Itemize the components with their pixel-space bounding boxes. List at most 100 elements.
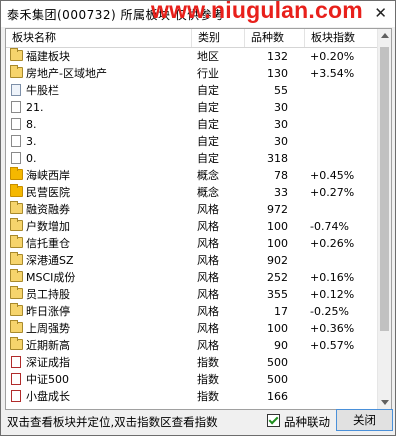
document-icon: [11, 135, 21, 147]
sector-index-change: [310, 388, 370, 405]
table-row[interactable]: 21. 自定 30: [6, 99, 378, 116]
table-row[interactable]: 3. 自定 30: [6, 133, 378, 150]
sector-name-cell: 昨日涨停: [10, 303, 190, 320]
stock-count: 78: [274, 169, 288, 182]
sector-name-cell: 民营医院: [10, 184, 190, 201]
vertical-scrollbar[interactable]: [377, 29, 391, 409]
table-row[interactable]: 户数增加 风格 100 -0.74%: [6, 218, 378, 235]
table-row[interactable]: 福建板块 地区 132 +0.20%: [6, 48, 378, 65]
column-header-name[interactable]: 板块名称: [6, 29, 192, 47]
sector-type: 地区: [197, 50, 219, 63]
table-row[interactable]: 近期新高 风格 90 +0.57%: [6, 337, 378, 354]
table-row[interactable]: 融资融券 风格 972: [6, 201, 378, 218]
sync-checkbox[interactable]: [267, 414, 280, 427]
sector-name: 户数增加: [26, 220, 70, 233]
sector-name: 3.: [26, 135, 37, 148]
table-row[interactable]: MSCI成份 风格 252 +0.16%: [6, 269, 378, 286]
stock-count: 90: [274, 339, 288, 352]
table-row[interactable]: 中证500 指数 500: [6, 371, 378, 388]
document-icon: [11, 118, 21, 130]
table-row[interactable]: 房地产-区域地产 行业 130 +3.54%: [6, 65, 378, 82]
sector-dialog: 泰禾集团(000732) 所属板块 仅供参考 www.niugulan.com …: [0, 0, 396, 436]
watermark-logo: www.niugulan.com: [151, 0, 363, 23]
sector-name-cell: 中证500: [10, 371, 190, 388]
sector-index-change: -0.74%: [310, 220, 349, 233]
sector-index-change: [310, 99, 370, 116]
sector-name: 深证成指: [26, 356, 70, 369]
table-row[interactable]: 民营医院 概念 33 +0.27%: [6, 184, 378, 201]
sector-name: 中证500: [26, 373, 69, 386]
sector-index-change: +0.26%: [310, 237, 355, 250]
sector-name-cell: 员工持股: [10, 286, 190, 303]
sector-type: 概念: [197, 186, 219, 199]
scroll-up-icon[interactable]: [381, 33, 389, 38]
sector-index-change: [310, 201, 370, 218]
sector-type: 风格: [197, 237, 219, 250]
table-row[interactable]: 信托重仓 风格 100 +0.26%: [6, 235, 378, 252]
sector-name: 房地产-区域地产: [26, 67, 107, 80]
table-row[interactable]: 员工持股 风格 355 +0.12%: [6, 286, 378, 303]
sector-name: 员工持股: [26, 288, 70, 301]
sector-name-cell: 海峡西岸: [10, 167, 190, 184]
sector-name-cell: 21.: [10, 99, 190, 116]
sector-type: 自定: [197, 84, 219, 97]
stock-count: 17: [274, 305, 288, 318]
sync-checkbox-label[interactable]: 品种联动: [284, 414, 330, 430]
title-bar: 泰禾集团(000732) 所属板块 仅供参考 www.niugulan.com …: [1, 0, 395, 27]
stock-count: 902: [267, 254, 288, 267]
folder-icon: [10, 286, 23, 299]
sector-name-cell: 房地产-区域地产: [10, 65, 190, 82]
stock-count: 355: [267, 288, 288, 301]
sector-type: 行业: [197, 67, 219, 80]
folder-icon: [10, 252, 23, 265]
stock-count: 166: [267, 390, 288, 403]
sector-type: 风格: [197, 288, 219, 301]
table-row[interactable]: 8. 自定 30: [6, 116, 378, 133]
table-row[interactable]: 小盘成长 指数 166: [6, 388, 378, 405]
folder-icon: [10, 337, 23, 350]
sector-index-change: [310, 133, 370, 150]
status-hint: 双击查看板块并定位,双击指数区查看指数: [7, 415, 218, 429]
document-icon: [11, 101, 21, 113]
stock-count: 252: [267, 271, 288, 284]
sector-list[interactable]: 板块名称 类别 品种数 板块指数 福建板块 地区 132 +0.20% 房地产-区域地产…: [5, 28, 392, 410]
sector-index-change: +3.54%: [310, 67, 355, 80]
sector-name-cell: 0.: [10, 150, 190, 167]
sector-name-cell: 牛股栏: [10, 82, 190, 99]
sector-name-cell: 上周强势: [10, 320, 190, 337]
index-document-icon: [11, 390, 21, 402]
folder-icon: [10, 235, 23, 248]
sector-index-change: [310, 116, 370, 133]
sector-type: 自定: [197, 135, 219, 148]
sector-name: 小盘成长: [26, 390, 70, 403]
table-row[interactable]: 深港通SZ 风格 902: [6, 252, 378, 269]
column-header-count[interactable]: 品种数: [245, 29, 305, 47]
sector-type: 自定: [197, 152, 219, 165]
column-header-type[interactable]: 类别: [192, 29, 245, 47]
close-icon[interactable]: ✕: [374, 4, 387, 22]
table-row[interactable]: 海峡西岸 概念 78 +0.45%: [6, 167, 378, 184]
folder-icon: [10, 184, 23, 197]
sector-index-change: [310, 150, 370, 167]
sector-index-change: +0.27%: [310, 186, 355, 199]
sector-type: 风格: [197, 254, 219, 267]
table-row[interactable]: 0. 自定 318: [6, 150, 378, 167]
scroll-down-icon[interactable]: [381, 400, 389, 405]
table-row[interactable]: 昨日涨停 风格 17 -0.25%: [6, 303, 378, 320]
close-button[interactable]: 关闭: [336, 409, 393, 431]
sector-name: 0.: [26, 152, 37, 165]
table-row[interactable]: 牛股栏 自定 55: [6, 82, 378, 99]
sector-name: MSCI成份: [26, 271, 76, 284]
table-row[interactable]: 上周强势 风格 100 +0.36%: [6, 320, 378, 337]
sector-index-change: [310, 354, 370, 371]
sector-index-change: +0.16%: [310, 271, 355, 284]
sector-type: 自定: [197, 101, 219, 114]
stock-count: 55: [274, 84, 288, 97]
sector-name: 昨日涨停: [26, 305, 70, 318]
table-row[interactable]: 深证成指 指数 500: [6, 354, 378, 371]
scroll-thumb[interactable]: [380, 47, 389, 331]
column-header-index[interactable]: 板块指数: [305, 29, 378, 47]
stock-count: 30: [274, 101, 288, 114]
sector-index-change: +0.57%: [310, 339, 355, 352]
stock-count: 132: [267, 50, 288, 63]
